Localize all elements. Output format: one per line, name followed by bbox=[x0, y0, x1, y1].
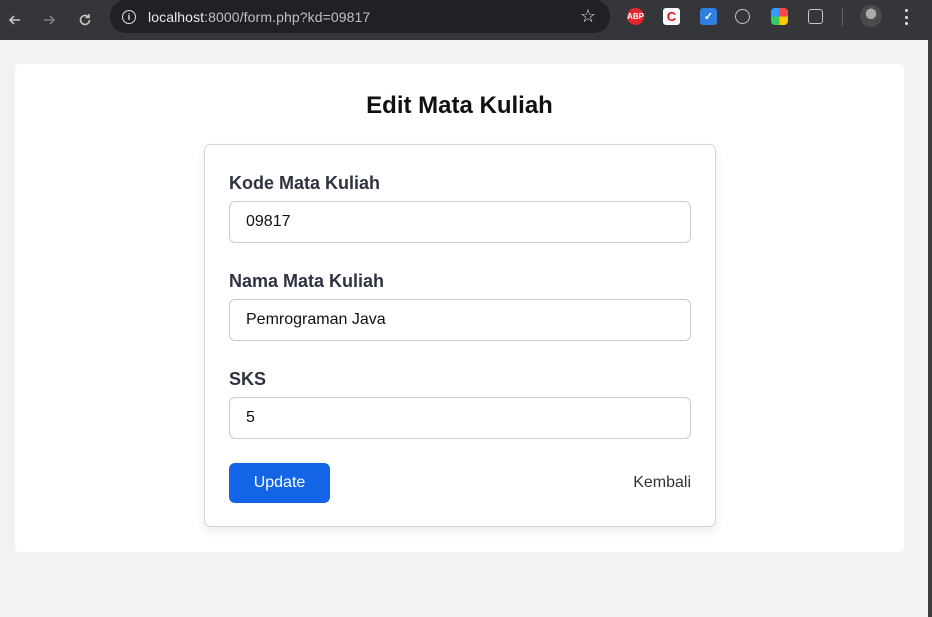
abp-extension-icon[interactable]: ABP bbox=[627, 8, 644, 25]
profile-avatar[interactable] bbox=[860, 5, 882, 27]
reload-icon[interactable] bbox=[70, 5, 100, 35]
browser-toolbar: i localhost:8000/form.php?kd=09817 ☆ ABP… bbox=[0, 0, 932, 40]
toolbar-divider bbox=[842, 8, 843, 26]
back-arrow-icon[interactable] bbox=[0, 5, 30, 35]
address-bar[interactable]: i localhost:8000/form.php?kd=09817 ☆ bbox=[110, 0, 610, 33]
url-host: localhost bbox=[148, 8, 205, 25]
nama-label: Nama Mata Kuliah bbox=[229, 271, 385, 291]
kode-label: Kode Mata Kuliah bbox=[229, 173, 381, 193]
bookmark-star-icon[interactable]: ☆ bbox=[580, 7, 596, 25]
color-extension-icon[interactable] bbox=[771, 8, 788, 25]
nama-input[interactable] bbox=[229, 299, 691, 341]
back-link[interactable]: Kembali bbox=[633, 474, 691, 492]
menu-kebab-icon[interactable] bbox=[898, 7, 914, 27]
page-title: Edit Mata Kuliah bbox=[366, 92, 553, 119]
puzzle-extension-icon[interactable] bbox=[808, 9, 823, 24]
url-path: :8000/form.php?kd=09817 bbox=[204, 8, 371, 25]
globe-extension-icon[interactable] bbox=[735, 9, 750, 24]
sks-input[interactable] bbox=[229, 397, 691, 439]
edit-form: Kode Mata Kuliah Nama Mata Kuliah SKS Up… bbox=[204, 144, 716, 527]
c-extension-icon[interactable]: C bbox=[663, 8, 680, 25]
update-button[interactable]: Update bbox=[229, 463, 330, 503]
window-edge bbox=[928, 40, 932, 617]
kode-input[interactable] bbox=[229, 201, 691, 243]
sks-label: SKS bbox=[229, 369, 267, 389]
site-info-icon[interactable]: i bbox=[122, 9, 136, 24]
forward-arrow-icon[interactable] bbox=[34, 5, 64, 35]
url-text[interactable]: localhost:8000/form.php?kd=09817 bbox=[148, 9, 370, 25]
check-extension-icon[interactable]: ✓ bbox=[700, 8, 717, 25]
page-container: Edit Mata Kuliah Kode Mata Kuliah Nama M… bbox=[15, 64, 904, 552]
